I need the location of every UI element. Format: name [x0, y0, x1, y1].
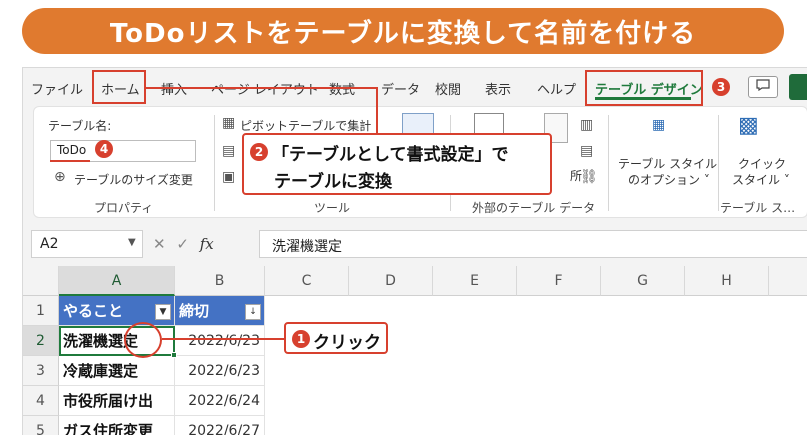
table-cell[interactable]: 2022/6/24 [175, 386, 265, 416]
excel-window: ファイル ホーム 挿入 ページ レイアウト 数式 データ 校閲 表示 ヘルプ テ… [22, 67, 807, 435]
table-cell[interactable]: 2022/6/27 [175, 416, 265, 435]
formula-content: 洗濯機選定 [272, 239, 342, 255]
convert-range-icon: ▣ [222, 169, 236, 185]
row-header[interactable]: 2 [23, 326, 59, 356]
step-1-label: クリック [313, 333, 381, 353]
open-browser-icon[interactable]: ▤ [580, 143, 593, 159]
table-name-value: ToDo [57, 143, 87, 157]
row-header[interactable]: 3 [23, 356, 59, 386]
step-2-badge: 2 [250, 143, 268, 161]
home-tab-highlight [92, 70, 146, 104]
table-cell[interactable]: 2022/6/23 [175, 326, 265, 356]
tab-file[interactable]: ファイル [31, 79, 83, 98]
filter-dropdown-icon[interactable]: ▼ [155, 304, 171, 320]
connector-line [146, 87, 378, 89]
chevron-down-icon[interactable]: ▼ [128, 237, 136, 248]
quick-style-icon: ▩ [738, 113, 759, 138]
row-header[interactable]: 5 [23, 416, 59, 435]
row-header[interactable]: 1 [23, 296, 59, 326]
table-cell[interactable]: 市役所届け出 [59, 386, 175, 416]
click-target-circle [124, 322, 162, 358]
step-2-line-2: テーブルに変換 [274, 172, 392, 192]
page-title: ToDoリストをテーブルに変換して名前を付ける [22, 8, 784, 54]
table-styles-group-label: テーブル ス… [720, 201, 796, 215]
quick-style-label-1[interactable]: クイック [738, 155, 786, 172]
comment-icon[interactable] [748, 76, 778, 98]
header-deadline: 締切 [179, 302, 210, 320]
formula-input[interactable]: 洗濯機選定 [259, 230, 807, 258]
step-2-callout: 2 「テーブルとして書式設定」で テーブルに変換 [242, 133, 552, 195]
table-cell[interactable]: 2022/6/23 [175, 356, 265, 386]
column-header[interactable]: E [433, 266, 517, 296]
pivot-summarize-button[interactable]: ピボットテーブルで集計 [240, 117, 371, 134]
step-3-badge: 3 [712, 78, 730, 96]
properties-icon[interactable]: ▥ [580, 117, 593, 133]
cancel-icon[interactable]: ✕ [153, 235, 166, 253]
row-header[interactable]: 4 [23, 386, 59, 416]
name-box-value: A2 [40, 236, 59, 252]
quick-style-label-2[interactable]: スタイル ˅ [732, 171, 790, 188]
formula-icons: ✕ ✓ fx [153, 235, 214, 253]
remove-duplicates-icon: ▤ [222, 143, 236, 159]
header-todo: やること [63, 302, 124, 320]
share-button[interactable] [789, 74, 807, 100]
column-header-partial[interactable] [769, 266, 807, 296]
ribbon-separator [718, 115, 719, 211]
resize-table-button[interactable]: テーブルのサイズ変更 [74, 171, 193, 188]
properties-group-label: プロパティ [94, 201, 154, 215]
style-options-label-1[interactable]: テーブル スタイル [618, 155, 717, 172]
table-name-label: テーブル名: [48, 119, 112, 133]
column-header[interactable]: F [517, 266, 601, 296]
ribbon-separator [214, 115, 215, 211]
sort-filter-icon[interactable]: ↓ [245, 304, 261, 320]
select-all-corner[interactable] [23, 266, 59, 296]
tab-data[interactable]: データ [381, 79, 420, 98]
external-data-group-label: 外部のテーブル データ [472, 201, 596, 215]
column-header[interactable]: H [685, 266, 769, 296]
tools-group-label: ツール [314, 201, 351, 215]
confirm-icon[interactable]: ✓ [176, 235, 189, 253]
step-4-badge: 4 [95, 140, 113, 158]
column-header[interactable]: C [265, 266, 349, 296]
table-design-tab-highlight [585, 70, 703, 106]
connector-line [376, 87, 378, 133]
step-1-badge: 1 [292, 330, 310, 348]
column-header[interactable]: B [175, 266, 265, 296]
tab-review[interactable]: 校閲 [435, 79, 461, 98]
pivot-table-icon: ▦ [222, 115, 236, 131]
connector-line [162, 338, 286, 340]
column-header[interactable]: A [59, 266, 175, 296]
table-cell[interactable]: ガス住所変更 [59, 416, 175, 435]
style-options-icon: ▦ [652, 117, 666, 133]
formula-bar: A2 ▼ ✕ ✓ fx 洗濯機選定 [23, 226, 807, 262]
fill-handle[interactable] [171, 352, 177, 358]
table-name-field[interactable]: ToDo [50, 140, 196, 162]
table-name-underline [50, 160, 90, 162]
style-options-label-2[interactable]: のオプション ˅ [628, 171, 710, 188]
ribbon-separator [608, 115, 609, 211]
step-2-line-1: 「テーブルとして書式設定」で [272, 145, 509, 165]
tab-view[interactable]: 表示 [485, 79, 511, 98]
column-header[interactable]: D [349, 266, 433, 296]
step-1-callout: 1 クリック [284, 322, 388, 354]
tab-help[interactable]: ヘルプ [537, 79, 576, 98]
resize-table-icon: ⊕ [54, 169, 66, 185]
column-header[interactable]: G [601, 266, 685, 296]
name-box[interactable]: A2 [31, 230, 143, 258]
table-cell[interactable]: 冷蔵庫選定 [59, 356, 175, 386]
unlink-icon[interactable]: ⛓ [580, 169, 598, 185]
fx-icon[interactable]: fx [200, 235, 214, 253]
